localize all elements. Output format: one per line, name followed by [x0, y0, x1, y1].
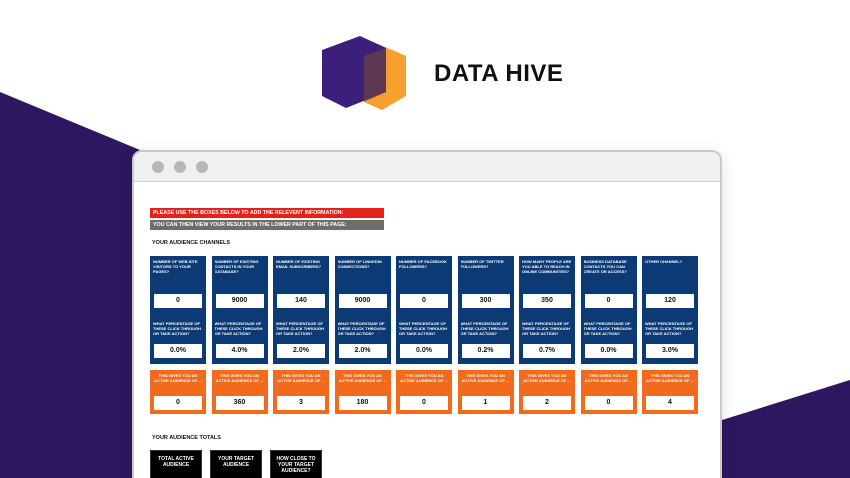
- percentage-input[interactable]: 0.0%: [584, 344, 633, 358]
- result-label: THIS GIVES YOU AN ACTIVE AUDIENCE OF ...: [338, 373, 387, 383]
- result-value: 360: [215, 396, 264, 410]
- channel-value-input[interactable]: 120: [646, 294, 694, 308]
- channel-header: NUMBER OF WEB SITE VISITORS TO YOUR PAGE…: [150, 256, 206, 314]
- window-dot-1[interactable]: [152, 161, 164, 173]
- channel-label: NUMBER OF TWITTER FOLLOWERS?: [460, 259, 504, 269]
- result-label: THIS GIVES YOU AN ACTIVE AUDIENCE OF ...: [646, 373, 694, 383]
- channel-header: NUMBER OF LINKEDIN CONNECTIONS? 9000: [334, 256, 391, 314]
- channel-percentage: WHAT PERCENTAGE OF THESE CLICK THROUGH O…: [396, 314, 452, 364]
- channel-label: NUMBER OF FACEBOOK FOLLOWERS?: [399, 259, 447, 269]
- channels-section-title: YOUR AUDIENCE CHANNELS: [152, 240, 231, 246]
- result-value: 0: [400, 396, 448, 410]
- result-label: THIS GIVES YOU AN ACTIVE AUDIENCE OF ...: [461, 373, 510, 383]
- channel-result: THIS GIVES YOU AN ACTIVE AUDIENCE OF ...…: [273, 370, 329, 414]
- totals-box: YOUR TARGET AUDIENCE 300: [210, 450, 262, 478]
- window-dot-3[interactable]: [196, 161, 208, 173]
- result-value: 2: [523, 396, 571, 410]
- result-value: 0: [154, 396, 202, 410]
- percentage-input[interactable]: 0.2%: [461, 344, 510, 358]
- channel-result: THIS GIVES YOU AN ACTIVE AUDIENCE OF ...…: [642, 370, 698, 414]
- result-value: 0: [584, 396, 633, 410]
- browser-window: PLEASE USE THE BOXES BELOW TO ADD THE RE…: [132, 150, 722, 478]
- percentage-question: WHAT PERCENTAGE OF THESE CLICK THROUGH O…: [460, 321, 509, 336]
- result-label: THIS GIVES YOU AN ACTIVE AUDIENCE OF ...: [584, 373, 633, 383]
- percentage-input[interactable]: 0.0%: [154, 344, 202, 358]
- result-label: THIS GIVES YOU AN ACTIVE AUDIENCE OF ...: [215, 373, 264, 383]
- channel-label: NUMBER OF EXISTING EMAIL SUBSCRIBERS?: [276, 259, 322, 269]
- channel-label: HOW MANY PEOPLE ARE YOU ABLE TO REACH IN…: [522, 259, 572, 274]
- channel-label: OTHER CHANNEL?: [645, 259, 683, 264]
- channel-value-input[interactable]: 300: [461, 294, 510, 308]
- percentage-input[interactable]: 4.0%: [215, 344, 264, 358]
- result-label: THIS GIVES YOU AN ACTIVE AUDIENCE OF ...: [400, 373, 448, 383]
- channel-percentage: WHAT PERCENTAGE OF THESE CLICK THROUGH O…: [519, 314, 575, 364]
- channel-value-input[interactable]: 0: [400, 294, 448, 308]
- result-value: 180: [338, 396, 387, 410]
- percentage-input[interactable]: 0.7%: [523, 344, 571, 358]
- percentage-question: WHAT PERCENTAGE OF THESE CLICK THROUGH O…: [214, 321, 263, 336]
- percentage-question: WHAT PERCENTAGE OF THESE CLICK THROUGH O…: [645, 321, 693, 336]
- channel-percentage: WHAT PERCENTAGE OF THESE CLICK THROUGH O…: [211, 314, 268, 364]
- percentage-input[interactable]: 2.0%: [277, 344, 325, 358]
- channel-header: NUMBER OF EXISTING EMAIL SUBSCRIBERS? 14…: [273, 256, 329, 314]
- percentage-question: WHAT PERCENTAGE OF THESE CLICK THROUGH O…: [583, 321, 632, 336]
- percentage-question: WHAT PERCENTAGE OF THESE CLICK THROUGH O…: [337, 321, 386, 336]
- channel-header: NUMBER OF TWITTER FOLLOWERS? 300: [457, 256, 514, 314]
- data-hive-logo-icon: [322, 36, 406, 110]
- channel-result: THIS GIVES YOU AN ACTIVE AUDIENCE OF ...…: [580, 370, 637, 414]
- result-value: 1: [461, 396, 510, 410]
- channel-percentage: WHAT PERCENTAGE OF THESE CLICK THROUGH O…: [273, 314, 329, 364]
- percentage-question: WHAT PERCENTAGE OF THESE CLICK THROUGH O…: [276, 321, 324, 336]
- result-label: THIS GIVES YOU AN ACTIVE AUDIENCE OF ...: [277, 373, 325, 383]
- channel-header: BUSINESS DATABASE CONTACTS YOU CAN CREAT…: [580, 256, 637, 314]
- brand-name: DATA HIVE: [434, 60, 564, 87]
- totals-box: HOW CLOSE TO YOUR TARGET AUDIENCE? 249: [270, 450, 322, 478]
- result-label: THIS GIVES YOU AN ACTIVE AUDIENCE OF ...: [523, 373, 571, 383]
- channel-label: NUMBER OF WEB SITE VISITORS TO YOUR PAGE…: [153, 259, 198, 274]
- result-value: 3: [277, 396, 325, 410]
- channel-result: THIS GIVES YOU AN ACTIVE AUDIENCE OF ...…: [150, 370, 206, 414]
- channel-value-input[interactable]: 9000: [215, 294, 264, 308]
- channel-header: NUMBER OF FACEBOOK FOLLOWERS? 0: [396, 256, 452, 314]
- percentage-input[interactable]: 2.0%: [338, 344, 387, 358]
- percentage-input[interactable]: 0.0%: [400, 344, 448, 358]
- channel-value-input[interactable]: 0: [584, 294, 633, 308]
- channel-value-input[interactable]: 9000: [338, 294, 387, 308]
- percentage-question: WHAT PERCENTAGE OF THESE CLICK THROUGH O…: [522, 321, 570, 336]
- percentage-question: WHAT PERCENTAGE OF THESE CLICK THROUGH O…: [399, 321, 447, 336]
- channel-percentage: WHAT PERCENTAGE OF THESE CLICK THROUGH O…: [457, 314, 514, 364]
- channel-result: THIS GIVES YOU AN ACTIVE AUDIENCE OF ...…: [334, 370, 391, 414]
- totals-label: YOUR TARGET AUDIENCE: [217, 456, 255, 468]
- channel-percentage: WHAT PERCENTAGE OF THESE CLICK THROUGH O…: [150, 314, 206, 364]
- channel-label: NUMBER OF EXISTING CONTACTS IN YOUR DATA…: [214, 259, 259, 274]
- percentage-question: WHAT PERCENTAGE OF THESE CLICK THROUGH O…: [153, 321, 201, 336]
- channel-header: OTHER CHANNEL? 120: [642, 256, 698, 314]
- channel-value-input[interactable]: 140: [277, 294, 325, 308]
- channel-result: THIS GIVES YOU AN ACTIVE AUDIENCE OF ...…: [396, 370, 452, 414]
- channel-header: NUMBER OF EXISTING CONTACTS IN YOUR DATA…: [211, 256, 268, 314]
- channel-result: THIS GIVES YOU AN ACTIVE AUDIENCE OF ...…: [211, 370, 268, 414]
- channel-result: THIS GIVES YOU AN ACTIVE AUDIENCE OF ...…: [457, 370, 514, 414]
- window-titlebar: [134, 152, 720, 182]
- result-label: THIS GIVES YOU AN ACTIVE AUDIENCE OF ...: [154, 373, 202, 383]
- channel-label: NUMBER OF LINKEDIN CONNECTIONS?: [337, 259, 382, 269]
- channel-value-input[interactable]: 0: [154, 294, 202, 308]
- channel-value-input[interactable]: 350: [523, 294, 571, 308]
- window-dot-2[interactable]: [174, 161, 186, 173]
- channel-label: BUSINESS DATABASE CONTACTS YOU CAN CREAT…: [583, 259, 627, 274]
- totals-label: HOW CLOSE TO YOUR TARGET AUDIENCE?: [276, 456, 316, 474]
- totals-label: TOTAL ACTIVE AUDIENCE: [158, 456, 194, 468]
- channel-header: HOW MANY PEOPLE ARE YOU ABLE TO REACH IN…: [519, 256, 575, 314]
- instruction-banner-gray: YOU CAN THEN VIEW YOUR RESULTS IN THE LO…: [150, 220, 384, 230]
- channel-percentage: WHAT PERCENTAGE OF THESE CLICK THROUGH O…: [642, 314, 698, 364]
- channel-result: THIS GIVES YOU AN ACTIVE AUDIENCE OF ...…: [519, 370, 575, 414]
- percentage-input[interactable]: 3.0%: [646, 344, 694, 358]
- result-value: 4: [646, 396, 694, 410]
- channel-percentage: WHAT PERCENTAGE OF THESE CLICK THROUGH O…: [334, 314, 391, 364]
- totals-section-title: YOUR AUDIENCE TOTALS: [152, 435, 221, 441]
- channel-percentage: WHAT PERCENTAGE OF THESE CLICK THROUGH O…: [580, 314, 637, 364]
- totals-box: TOTAL ACTIVE AUDIENCE 549: [150, 450, 202, 478]
- instruction-banner-red: PLEASE USE THE BOXES BELOW TO ADD THE RE…: [150, 208, 384, 218]
